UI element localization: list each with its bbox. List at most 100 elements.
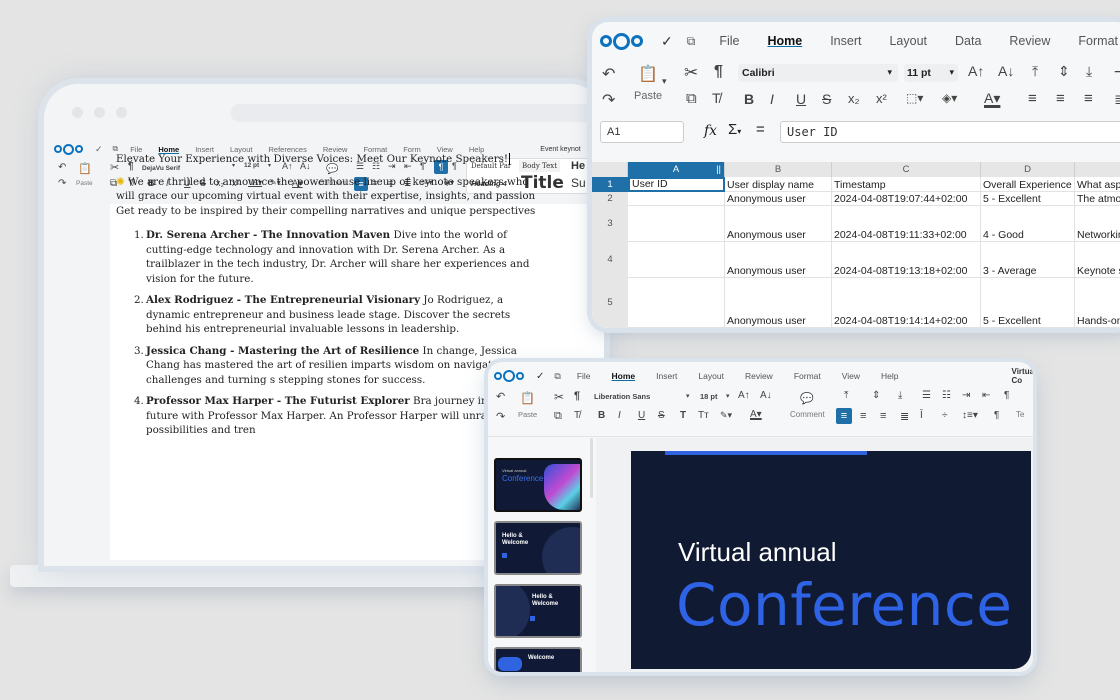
cut-icon[interactable]: ✂ [554, 390, 564, 404]
borders-icon[interactable]: ⬚▾ [906, 91, 923, 105]
row-header-2[interactable]: 2 [592, 192, 628, 206]
paste-label[interactable]: Paste [518, 410, 537, 419]
window-dot-minimize[interactable] [94, 107, 105, 118]
header-cell[interactable]: Timestamp [832, 177, 981, 192]
data-cell[interactable]: 5 - Excellent [981, 278, 1075, 328]
align-top-icon[interactable]: ⤒ [1032, 63, 1038, 80]
header-cell[interactable]: What asp [1075, 177, 1120, 192]
data-cell[interactable] [628, 242, 725, 278]
column-header-d[interactable]: D [981, 162, 1075, 177]
spreadsheet-grid[interactable]: A || B C D 1 2 3 4 5 User ID User display … [592, 162, 1120, 328]
data-cell[interactable]: 3 - Average [981, 242, 1075, 278]
paste-label[interactable]: Paste [76, 180, 93, 187]
slide-thumbnail-4[interactable]: Welcome [494, 647, 582, 672]
data-cell[interactable]: Anonymous user [725, 192, 832, 206]
data-cell[interactable]: Keynote s [1075, 242, 1120, 278]
undo-icon[interactable]: ↶ [602, 64, 615, 84]
align-center-icon[interactable]: ≡ [1056, 90, 1065, 107]
header-cell[interactable]: User ID [628, 177, 725, 192]
slide-title[interactable]: Conference [676, 571, 1012, 639]
menu-layout[interactable]: Layout [889, 34, 927, 48]
clone-format-icon[interactable]: ¶ [714, 63, 723, 81]
redo-icon[interactable]: ↷ [496, 410, 505, 423]
background-color-icon[interactable]: ◈▾ [942, 91, 957, 105]
menu-format[interactable]: Format [794, 371, 821, 381]
shrink-font-icon[interactable]: A↓ [998, 63, 1014, 79]
decrease-indent-icon[interactable]: ⇤ [982, 390, 990, 401]
data-cell[interactable]: The atmo [1075, 192, 1120, 206]
slide-thumbnail-2[interactable]: Hello & Welcome [494, 521, 582, 575]
menu-home[interactable]: Home [767, 34, 802, 48]
align-right-icon[interactable]: ≡ [1084, 90, 1093, 107]
menu-review[interactable]: Review [745, 371, 773, 381]
copy-icon[interactable]: ⧉ [554, 410, 562, 423]
data-cell[interactable] [628, 278, 725, 328]
window-dot-maximize[interactable] [116, 107, 127, 118]
open-external-icon[interactable]: ⧉ [687, 34, 696, 49]
align-right-icon[interactable]: ≡ [880, 410, 886, 422]
corner-cell[interactable] [592, 162, 628, 177]
menu-file[interactable]: File [719, 34, 739, 48]
column-header-a[interactable]: A || [628, 162, 725, 177]
current-slide[interactable]: Virtual annual Conference [631, 451, 1031, 669]
data-cell[interactable]: 2024-04-08T19:13:18+02:00 [832, 242, 981, 278]
window-dot-close[interactable] [72, 107, 83, 118]
data-cell[interactable]: 2024-04-08T19:11:33+02:00 [832, 206, 981, 242]
data-cell[interactable]: 4 - Good [981, 206, 1075, 242]
data-cell[interactable]: Hands-on [1075, 278, 1120, 328]
data-cell[interactable]: Anonymous user [725, 206, 832, 242]
strikethrough-icon[interactable]: S [822, 91, 831, 107]
bold-icon[interactable]: B [744, 91, 754, 107]
font-color-icon[interactable]: A▾ [750, 409, 762, 420]
align-top-icon[interactable]: ⤒ [844, 390, 848, 401]
header-cell[interactable]: User display name [725, 177, 832, 192]
menu-data[interactable]: Data [955, 34, 981, 48]
menu-insert[interactable]: Insert [830, 34, 861, 48]
bullet-list-icon[interactable]: ☰ [922, 390, 931, 401]
shadow-icon[interactable]: T [680, 410, 686, 421]
undo-icon[interactable]: ↶ [58, 162, 66, 173]
row-header-5[interactable]: 5 [592, 278, 628, 328]
increase-indent-icon[interactable]: ⇥ [962, 390, 970, 401]
paste-icon[interactable]: 📋 [520, 391, 535, 405]
menu-help[interactable]: Help [881, 371, 898, 381]
clone-format-icon[interactable]: ¶ [574, 390, 580, 402]
line-spacing-icon[interactable]: ↕≡▾ [962, 410, 978, 421]
data-cell[interactable]: Networkin [1075, 206, 1120, 242]
menu-file[interactable]: File [577, 371, 591, 381]
align-center-icon[interactable]: ≡ [860, 410, 866, 422]
underline-icon[interactable]: U [638, 410, 645, 421]
undo-icon[interactable]: ↶ [496, 390, 505, 403]
wrap-text-icon[interactable]: ⇥ [1114, 63, 1120, 80]
menu-home[interactable]: Home [612, 371, 636, 381]
data-cell[interactable] [628, 206, 725, 242]
comment-icon[interactable]: 💬 [800, 392, 814, 405]
name-box[interactable]: A1 [600, 121, 684, 143]
slide-panel[interactable]: Virtual annual Conference Hello & Welcom… [488, 438, 593, 672]
style-subtitle[interactable]: Su [571, 176, 586, 190]
bold-icon[interactable]: B [598, 410, 605, 421]
copy-icon[interactable]: ⧉ [686, 90, 697, 107]
grow-font-icon[interactable]: A↑ [738, 390, 750, 401]
column-header-c[interactable]: C [832, 162, 981, 177]
save-check-icon[interactable]: ✓ [95, 144, 103, 155]
italic-icon[interactable]: I [618, 410, 621, 421]
menu-layout[interactable]: Layout [698, 371, 724, 381]
column-resize-icon[interactable]: || [716, 162, 721, 177]
formula-input[interactable]: User ID [780, 121, 1120, 143]
save-check-icon[interactable]: ✓ [536, 371, 544, 382]
align-bottom-icon[interactable]: ⤓ [1086, 63, 1092, 80]
slide-thumbnail-1[interactable]: Virtual annual Conference [494, 458, 582, 512]
align-left-icon[interactable]: ≡ [1028, 90, 1037, 107]
slide-thumbnail-3[interactable]: Hello & Welcome [494, 584, 582, 638]
menu-review[interactable]: Review [1009, 34, 1050, 48]
font-name-select[interactable]: Liberation Sans [594, 392, 650, 401]
slide-subtitle[interactable]: Virtual annual [678, 537, 837, 568]
highlight-icon[interactable]: ✎▾ [720, 410, 732, 421]
numbered-list-icon[interactable]: ☷ [942, 390, 951, 401]
font-name-select[interactable]: Calibri ▾ [738, 64, 898, 82]
save-check-icon[interactable]: ✓ [661, 33, 673, 50]
paste-icon[interactable]: 📋 [78, 162, 92, 175]
row-header-1[interactable]: 1 [592, 177, 628, 192]
function-wizard-icon[interactable]: fx [704, 123, 717, 139]
